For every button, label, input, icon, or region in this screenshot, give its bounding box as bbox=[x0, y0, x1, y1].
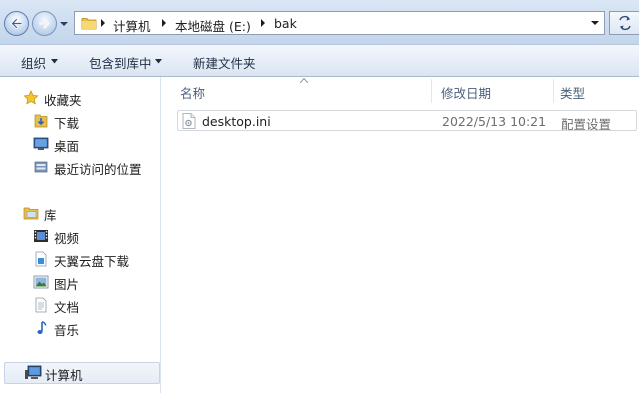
nav-item-tianyi-cloud-downloads[interactable]: 天翼云盘下载 bbox=[0, 248, 160, 270]
document-page-icon bbox=[35, 251, 47, 267]
nav-computer[interactable]: 计算机 bbox=[4, 362, 160, 384]
back-arrow-icon bbox=[11, 18, 23, 29]
file-list-pane: 名称 修改日期 类型 desktop.ini 2022/5/13 10:21 配… bbox=[162, 77, 639, 393]
star-icon bbox=[23, 90, 39, 105]
file-modified-date: 2022/5/13 10:21 bbox=[442, 114, 547, 129]
recent-pages-dropdown-icon[interactable] bbox=[60, 20, 68, 28]
include-in-library-button[interactable]: 包含到库中 bbox=[89, 53, 152, 72]
nav-item-recent-places[interactable]: 最近访问的位置 bbox=[0, 156, 160, 178]
documents-icon bbox=[35, 297, 47, 313]
chevron-down-icon[interactable] bbox=[51, 59, 58, 64]
address-field[interactable]: 计算机 本地磁盘 (E:) bak bbox=[74, 11, 605, 35]
nav-item-videos[interactable]: 视频 bbox=[0, 225, 160, 247]
nav-item-desktop[interactable]: 桌面 bbox=[0, 133, 160, 155]
column-header-type[interactable]: 类型 bbox=[542, 77, 639, 104]
breadcrumb-bak[interactable]: bak bbox=[274, 16, 297, 31]
file-row[interactable]: desktop.ini 2022/5/13 10:21 配置设置 bbox=[177, 110, 637, 132]
forward-arrow-icon bbox=[38, 18, 50, 29]
nav-item-label: 桌面 bbox=[54, 139, 80, 154]
nav-computer-label: 计算机 bbox=[45, 368, 83, 383]
nav-item-documents[interactable]: 文档 bbox=[0, 294, 160, 316]
nav-item-label: 图片 bbox=[54, 277, 80, 292]
nav-favorites-label: 收藏夹 bbox=[44, 93, 82, 108]
nav-item-label: 音乐 bbox=[54, 323, 80, 338]
nav-item-label: 文档 bbox=[54, 300, 80, 315]
refresh-icon bbox=[619, 15, 631, 31]
nav-libraries[interactable]: 库 bbox=[0, 202, 160, 224]
nav-item-music[interactable]: 音乐 bbox=[0, 317, 160, 339]
library-icon bbox=[23, 207, 39, 220]
breadcrumb-computer[interactable]: 计算机 bbox=[113, 16, 151, 35]
address-bar-area: 计算机 本地磁盘 (E:) bak bbox=[0, 0, 639, 44]
music-note-icon bbox=[37, 321, 47, 334]
desktop-icon bbox=[33, 137, 49, 150]
chevron-right-icon[interactable] bbox=[161, 19, 167, 27]
forward-button[interactable] bbox=[32, 11, 57, 36]
computer-icon bbox=[25, 365, 42, 379]
command-toolbar: 组织 包含到库中 新建文件夹 bbox=[0, 44, 639, 77]
new-folder-button[interactable]: 新建文件夹 bbox=[193, 53, 256, 72]
chevron-right-icon[interactable] bbox=[260, 19, 266, 27]
nav-item-pictures[interactable]: 图片 bbox=[0, 271, 160, 293]
column-header-modified-label: 修改日期 bbox=[441, 86, 492, 101]
nav-item-label: 天翼云盘下载 bbox=[54, 254, 130, 269]
breadcrumb-drive-e[interactable]: 本地磁盘 (E:) bbox=[175, 16, 251, 35]
column-header-name[interactable]: 名称 bbox=[162, 77, 424, 104]
organize-button[interactable]: 组织 bbox=[21, 53, 46, 72]
nav-libraries-label: 库 bbox=[44, 208, 57, 223]
nav-item-label: 下载 bbox=[54, 116, 80, 131]
chevron-down-icon[interactable] bbox=[155, 59, 162, 64]
nav-favorites[interactable]: 收藏夹 bbox=[0, 87, 160, 109]
file-type: 配置设置 bbox=[561, 117, 612, 132]
recent-places-icon bbox=[34, 161, 48, 173]
refresh-button[interactable] bbox=[609, 11, 639, 35]
nav-item-label: 最近访问的位置 bbox=[54, 162, 142, 177]
column-header-name-label: 名称 bbox=[180, 86, 206, 101]
column-header-type-label: 类型 bbox=[560, 86, 586, 101]
downloads-folder-icon bbox=[34, 114, 48, 128]
folder-icon bbox=[81, 18, 97, 30]
nav-item-label: 视频 bbox=[54, 231, 80, 246]
nav-item-downloads[interactable]: 下载 bbox=[0, 110, 160, 132]
column-header-modified[interactable]: 修改日期 bbox=[423, 77, 543, 104]
navigation-pane: 收藏夹 下载 桌面 最近访问的位置 库 视频 天翼云盘下载 图片 文档 音乐 计… bbox=[0, 77, 161, 393]
file-name: desktop.ini bbox=[202, 114, 271, 129]
pictures-icon bbox=[33, 275, 49, 289]
address-history-dropdown-icon[interactable] bbox=[586, 12, 604, 34]
ini-file-icon bbox=[182, 113, 196, 129]
video-icon bbox=[34, 230, 48, 242]
back-button[interactable] bbox=[4, 11, 29, 36]
chevron-right-icon[interactable] bbox=[100, 19, 106, 27]
